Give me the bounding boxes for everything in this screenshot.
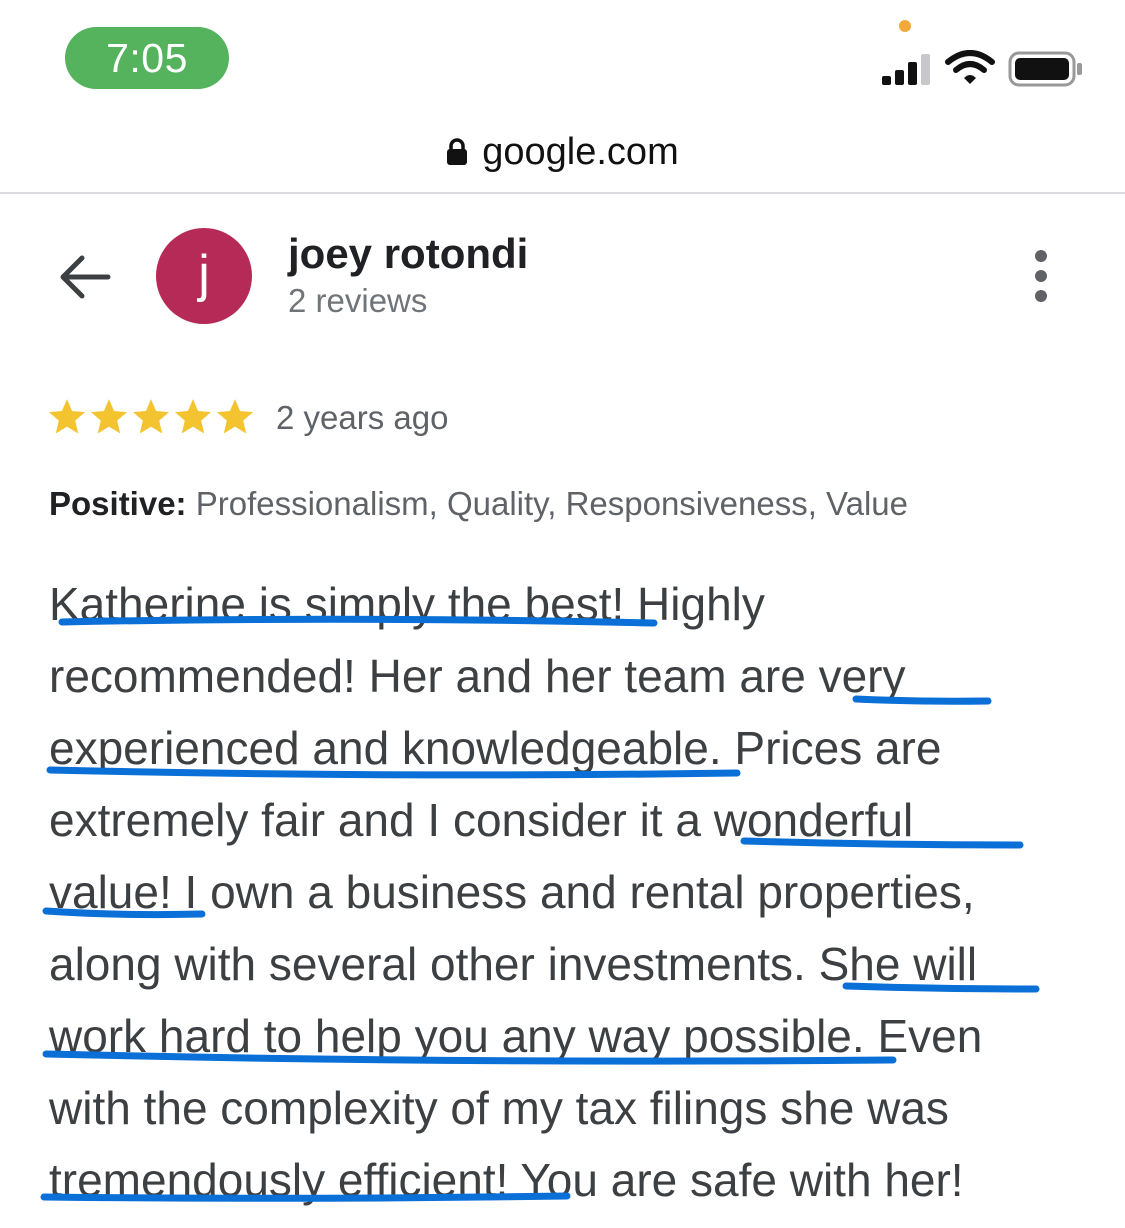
review-line: experienced and knowledgeable. Prices ar… xyxy=(49,722,942,774)
star-icon xyxy=(90,399,128,434)
wifi-icon xyxy=(945,50,995,84)
status-time: 7:05 xyxy=(65,27,229,89)
star-icon xyxy=(216,399,254,434)
positive-values: Professionalism, Quality, Responsiveness… xyxy=(195,485,908,522)
review-text: Katherine is simply the best! Highly rec… xyxy=(49,568,1099,1216)
cellular-signal-icon xyxy=(882,54,930,85)
reviewer-name[interactable]: joey rotondi xyxy=(288,228,528,280)
avatar[interactable]: j xyxy=(156,228,252,324)
url-text: google.com xyxy=(482,131,679,173)
privacy-indicator-dot xyxy=(899,20,911,32)
lock-icon xyxy=(447,138,468,165)
review-date: 2 years ago xyxy=(276,399,449,436)
battery-icon xyxy=(1008,51,1082,87)
review-line: Katherine is simply the best! Highly xyxy=(49,578,765,630)
review-line: along with several other investments. Sh… xyxy=(49,938,978,990)
browser-address-bar[interactable]: google.com xyxy=(0,110,1125,194)
reviewer-review-count: 2 reviews xyxy=(288,282,428,319)
star-rating xyxy=(46,396,256,440)
positive-label: Positive: xyxy=(49,485,187,522)
star-icon xyxy=(132,399,170,434)
review-line: work hard to help you any way possible. … xyxy=(49,1010,983,1062)
arrow-left-icon[interactable] xyxy=(52,244,118,310)
review-line: value! I own a business and rental prope… xyxy=(49,866,975,918)
star-icon xyxy=(48,399,86,434)
positive-attributes: Positive: Professionalism, Quality, Resp… xyxy=(49,482,908,526)
review-line: tremendously efficient! You are safe wit… xyxy=(49,1154,964,1206)
review-line: extremely fair and I consider it a wonde… xyxy=(49,794,914,846)
more-vert-icon[interactable] xyxy=(1016,246,1066,306)
status-bar: 7:05 xyxy=(0,0,1125,110)
review-line: with the complexity of my tax filings sh… xyxy=(49,1082,949,1134)
review-line: recommended! Her and her team are very xyxy=(49,650,906,702)
star-icon xyxy=(174,399,212,434)
